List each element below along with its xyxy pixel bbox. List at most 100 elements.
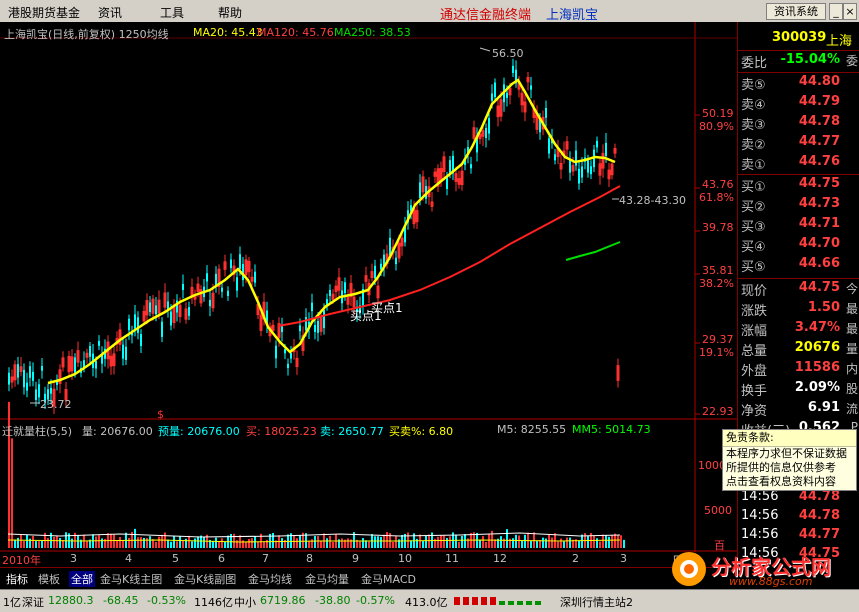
zx-label[interactable]: 中小 (234, 594, 256, 610)
tab-indicator[interactable]: 指标 (6, 571, 28, 587)
volume-bar (440, 535, 442, 548)
status-bar: 1亿 深证 12880.3 -68.45 -0.53% 1146亿 中小 671… (0, 589, 859, 612)
volume-bar (95, 536, 97, 548)
volume-bar (581, 534, 583, 548)
volume-bar (248, 538, 250, 548)
volume-bar (41, 540, 43, 548)
volume-bar (479, 540, 481, 548)
price-label: 61.8% (699, 191, 734, 204)
volume-bar (17, 537, 19, 548)
tick-time: 14:56 (741, 527, 779, 542)
volume-bar (155, 541, 157, 548)
ma120-legend: MA120: 45.76 (257, 26, 334, 39)
weibi-value: -15.04% (780, 52, 840, 67)
volume-bar (392, 541, 394, 548)
sz-change: -68.45 (103, 594, 139, 607)
volume-bar (116, 540, 118, 548)
volume-bar (386, 532, 388, 548)
kline-chart[interactable]: $ 上海凯宝(日线,前复权) 1250均线 MA20: 45.43 MA120:… (0, 22, 737, 567)
candle-body (287, 363, 289, 369)
volume-bar (515, 534, 517, 548)
volume-bar (332, 541, 334, 548)
volume-bar (419, 534, 421, 548)
candle-body (221, 287, 223, 292)
volume-bar (347, 538, 349, 548)
time-label: 8 (306, 552, 313, 565)
quote-header: 300039 上海 (738, 30, 859, 50)
menu-hk-futures[interactable]: 港股期货基金 (8, 4, 80, 21)
candle-body (569, 159, 571, 173)
volume-bar (203, 537, 205, 548)
volume-bar (617, 535, 619, 548)
zx-change: -38.80 (315, 594, 351, 607)
disclaimer-popup[interactable]: 免责条款: 本程序力求但不保证数据 所提供的信息仅供参考 点击查看权息资料内容 (722, 429, 857, 491)
candle-body (488, 118, 490, 134)
minimize-button[interactable]: _ (829, 3, 843, 20)
candle-body (506, 92, 508, 98)
candle-body (446, 177, 448, 190)
quote-row-tail: 流 (845, 402, 858, 416)
volume-bar (623, 539, 625, 548)
close-button[interactable]: × (843, 3, 857, 20)
candle-body (137, 317, 139, 333)
menu-news[interactable]: 资讯 (98, 4, 122, 21)
volume-bar (77, 535, 79, 548)
chart-svg: $ (0, 22, 737, 552)
candle-body (182, 284, 184, 291)
news-system-button[interactable]: 资讯系统 (766, 3, 826, 20)
volume-bar (230, 533, 232, 548)
volume-bar (578, 541, 580, 548)
volume-bar (362, 538, 364, 548)
menu-bar: 港股期货基金 资讯 工具 帮助 通达信金融终端 上海凯宝 资讯系统 _ × (0, 0, 859, 23)
quote-row: 卖⑤ 44.80 (738, 74, 859, 94)
volume-bar (167, 539, 169, 548)
candle-body (590, 166, 592, 175)
quote-row-label: 换手 (741, 384, 768, 399)
app-title: 通达信金融终端 (440, 8, 532, 23)
zx-pct: -0.57% (356, 594, 395, 607)
tab-all[interactable]: 全部 (69, 571, 95, 587)
quote-row-label: 买② (741, 200, 766, 215)
candle-body (140, 334, 142, 347)
vol-indicator-name: 迁就量柱(5,5) (2, 425, 73, 438)
volume-bar (368, 541, 370, 548)
candle-body (494, 82, 496, 98)
ask-book: 卖⑤ 44.80 卖④ 44.79 卖③ 44.78 卖② 44.77 卖① 44.76 (738, 74, 859, 174)
tab-jinma-ma[interactable]: 金马均线 (248, 571, 292, 587)
candle-body (596, 140, 598, 148)
volume-bar (485, 541, 487, 548)
volume-bar (143, 537, 145, 548)
price-label: 22.93 (702, 405, 734, 418)
sz-label[interactable]: 深证 (22, 594, 44, 610)
volume-bar (560, 538, 562, 548)
breadth-bar (454, 597, 460, 605)
tab-template[interactable]: 模板 (38, 571, 60, 587)
candle-body (605, 142, 607, 157)
candle-body (545, 107, 547, 118)
volume-bar (524, 534, 526, 548)
tab-jinma-vol[interactable]: 金马均量 (305, 571, 349, 587)
tab-jinma-kline-main[interactable]: 金马K线主图 (100, 571, 162, 587)
quote-row: 涨跌 1.50 最 (738, 300, 859, 320)
quote-row-value: 44.75 (798, 176, 840, 191)
time-label: 3 (70, 552, 77, 565)
quote-row: 卖③ 44.78 (738, 114, 859, 134)
vol-pct: 买卖%: 6.80 (389, 425, 454, 438)
candle-body (128, 318, 130, 331)
candle-body (23, 369, 25, 388)
quote-row-label: 卖⑤ (741, 78, 766, 93)
price-label: 19.1% (699, 346, 734, 359)
candle-body (227, 290, 229, 296)
quote-row: 外盘 11586 内 (738, 360, 859, 380)
tick-row: 14:56 44.78 (738, 508, 859, 528)
volume-bar (11, 438, 13, 548)
menu-help[interactable]: 帮助 (218, 4, 242, 21)
menu-tools[interactable]: 工具 (160, 4, 184, 21)
quote-row-value: 44.79 (798, 94, 840, 109)
candle-body (98, 340, 100, 346)
high-annotation: 56.50 (492, 47, 524, 60)
candle-body (491, 93, 493, 101)
volume-bar (566, 537, 568, 548)
tab-jinma-macd[interactable]: 金马MACD (361, 571, 416, 587)
tab-jinma-kline-sub[interactable]: 金马K线副图 (174, 571, 236, 587)
